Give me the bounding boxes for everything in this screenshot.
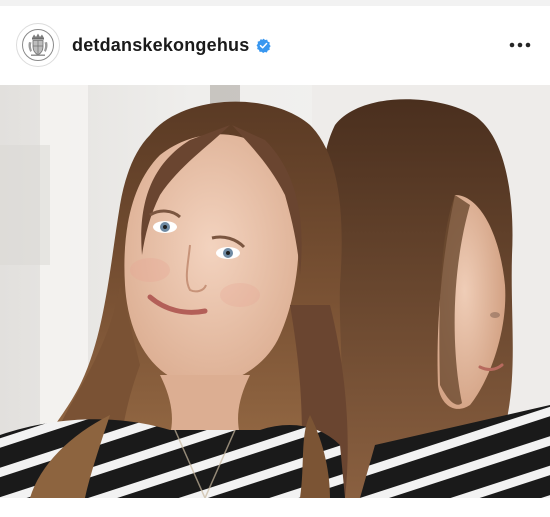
username[interactable]: detdanskekongehus [72,35,249,56]
girl-with-mirror-reflection-photo [0,85,550,498]
post-header: detdanskekongehus [0,6,550,84]
avatar[interactable] [16,23,60,67]
post-photo[interactable] [0,85,550,498]
more-horizontal-icon [509,42,531,48]
more-options-button[interactable] [506,31,534,59]
post-footer-spacer [0,498,550,517]
royal-crest-icon [22,29,54,61]
verified-badge-icon [257,38,272,53]
